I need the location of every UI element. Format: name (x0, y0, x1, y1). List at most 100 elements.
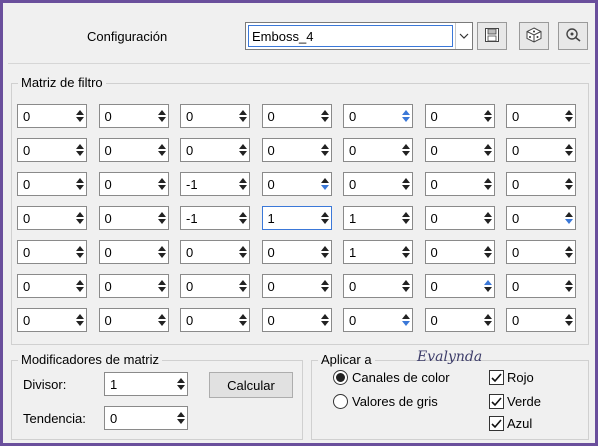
spinner-arrows-icon[interactable] (74, 241, 86, 263)
spinner-arrows-icon[interactable] (156, 207, 168, 229)
check-green[interactable]: Verde (489, 394, 541, 409)
spinner-arrows-icon[interactable] (319, 275, 331, 297)
spinner-arrows-icon[interactable] (482, 309, 494, 331)
radio-color-label[interactable]: Canales de color (352, 370, 450, 385)
matrix-cell-value[interactable]: 0 (18, 109, 74, 124)
spinner-arrows-icon[interactable] (74, 139, 86, 161)
matrix-cell-value[interactable]: 0 (344, 279, 400, 294)
bias-value[interactable]: 0 (105, 411, 175, 426)
spinner-arrows-icon[interactable] (156, 241, 168, 263)
divisor-spinner[interactable]: 1 (104, 372, 188, 396)
matrix-cell[interactable]: 0 (261, 274, 332, 298)
matrix-cell[interactable]: 0 (261, 138, 332, 162)
save-preset-button[interactable] (477, 22, 507, 50)
matrix-cell[interactable]: 0 (506, 274, 576, 298)
matrix-cell[interactable]: 0 (98, 240, 169, 264)
matrix-cell[interactable]: 0 (17, 206, 87, 230)
matrix-cell[interactable]: 0 (261, 172, 332, 196)
matrix-cell-value[interactable]: 0 (426, 109, 482, 124)
matrix-cell[interactable]: 0 (506, 240, 576, 264)
matrix-cell[interactable]: 0 (17, 240, 87, 264)
spinner-arrows-icon[interactable] (319, 139, 331, 161)
matrix-cell-value[interactable]: 0 (426, 177, 482, 192)
matrix-cell-value[interactable]: 0 (263, 279, 319, 294)
matrix-cell[interactable]: 0 (180, 138, 250, 162)
matrix-cell[interactable]: 0 (343, 138, 413, 162)
matrix-cell-value[interactable]: 0 (100, 245, 156, 260)
matrix-cell[interactable]: 0 (180, 308, 250, 332)
spinner-arrows-icon[interactable] (400, 105, 412, 127)
spinner-arrows-icon[interactable] (482, 241, 494, 263)
matrix-cell[interactable]: 0 (261, 240, 332, 264)
matrix-cell[interactable]: 0 (343, 274, 413, 298)
spinner-arrows-icon[interactable] (482, 139, 494, 161)
matrix-cell-value[interactable]: 0 (426, 143, 482, 158)
check-red[interactable]: Rojo (489, 370, 534, 385)
spinner-arrows-icon[interactable] (563, 139, 575, 161)
spinner-arrows-icon[interactable] (400, 173, 412, 195)
matrix-cell-value[interactable]: 0 (507, 313, 563, 328)
matrix-cell-value[interactable]: 0 (507, 177, 563, 192)
matrix-cell-value[interactable]: 0 (426, 245, 482, 260)
checkmark-icon[interactable] (489, 370, 504, 385)
spinner-arrows-icon[interactable] (400, 309, 412, 331)
spinner-arrows-icon[interactable] (237, 173, 249, 195)
matrix-cell-value[interactable]: 0 (344, 143, 400, 158)
matrix-cell-value[interactable]: 0 (18, 143, 74, 158)
spinner-arrows-icon[interactable] (563, 105, 575, 127)
matrix-cell[interactable]: 0 (98, 138, 169, 162)
spinner-arrows-icon[interactable] (482, 173, 494, 195)
matrix-cell[interactable]: 0 (424, 206, 495, 230)
spinner-arrows-icon[interactable] (319, 105, 331, 127)
matrix-cell-value[interactable]: 0 (100, 211, 156, 226)
spinner-arrows-icon[interactable] (563, 173, 575, 195)
radio-color-channels[interactable]: Canales de color (333, 370, 450, 385)
matrix-cell[interactable]: 0 (506, 138, 576, 162)
matrix-cell[interactable]: 0 (17, 138, 87, 162)
spinner-arrows-icon[interactable] (237, 241, 249, 263)
matrix-cell-value[interactable]: 0 (181, 313, 237, 328)
spinner-arrows-icon[interactable] (156, 173, 168, 195)
spinner-arrows-icon[interactable] (563, 241, 575, 263)
spinner-arrows-icon[interactable] (400, 139, 412, 161)
matrix-cell-value[interactable]: 0 (181, 245, 237, 260)
radio-gray-label[interactable]: Valores de gris (352, 394, 438, 409)
preset-value[interactable]: Emboss_4 (248, 25, 453, 47)
spinner-arrows-icon[interactable] (319, 241, 331, 263)
checkmark-icon[interactable] (489, 394, 504, 409)
matrix-cell[interactable]: 0 (180, 240, 250, 264)
matrix-cell[interactable]: 0 (261, 104, 332, 128)
matrix-cell-value[interactable]: 0 (263, 313, 319, 328)
spinner-arrows-icon[interactable] (156, 139, 168, 161)
spinner-arrows-icon[interactable] (400, 275, 412, 297)
matrix-cell-value[interactable]: 0 (344, 109, 400, 124)
matrix-cell[interactable]: 0 (180, 274, 250, 298)
spinner-arrows-icon[interactable] (74, 173, 86, 195)
matrix-cell[interactable]: 0 (17, 172, 87, 196)
spinner-arrows-icon[interactable] (563, 309, 575, 331)
matrix-cell[interactable]: 0 (343, 172, 413, 196)
matrix-cell-value[interactable]: 0 (18, 245, 74, 260)
check-green-label[interactable]: Verde (507, 394, 541, 409)
spinner-arrows-icon[interactable] (74, 105, 86, 127)
matrix-cell[interactable]: 0 (506, 308, 576, 332)
matrix-cell[interactable]: -1 (180, 206, 250, 230)
matrix-cell-value[interactable]: 0 (263, 177, 319, 192)
matrix-cell[interactable]: 0 (424, 240, 495, 264)
matrix-cell[interactable]: 0 (424, 274, 495, 298)
matrix-cell[interactable]: 0 (98, 104, 169, 128)
matrix-cell[interactable]: 0 (98, 172, 169, 196)
reset-button[interactable] (558, 22, 588, 50)
matrix-cell-value[interactable]: 1 (263, 211, 319, 226)
chevron-down-icon[interactable] (455, 23, 472, 49)
matrix-cell[interactable]: 0 (506, 172, 576, 196)
matrix-cell[interactable]: 0 (506, 104, 576, 128)
matrix-cell-value[interactable]: 0 (507, 279, 563, 294)
radio-gray-values[interactable]: Valores de gris (333, 394, 438, 409)
matrix-cell-value[interactable]: 0 (100, 143, 156, 158)
spinner-arrows-icon[interactable] (319, 309, 331, 331)
spinner-arrows-icon[interactable] (400, 241, 412, 263)
matrix-cell-value[interactable]: 0 (507, 211, 563, 226)
check-blue[interactable]: Azul (489, 416, 532, 431)
spinner-arrows-icon[interactable] (237, 275, 249, 297)
